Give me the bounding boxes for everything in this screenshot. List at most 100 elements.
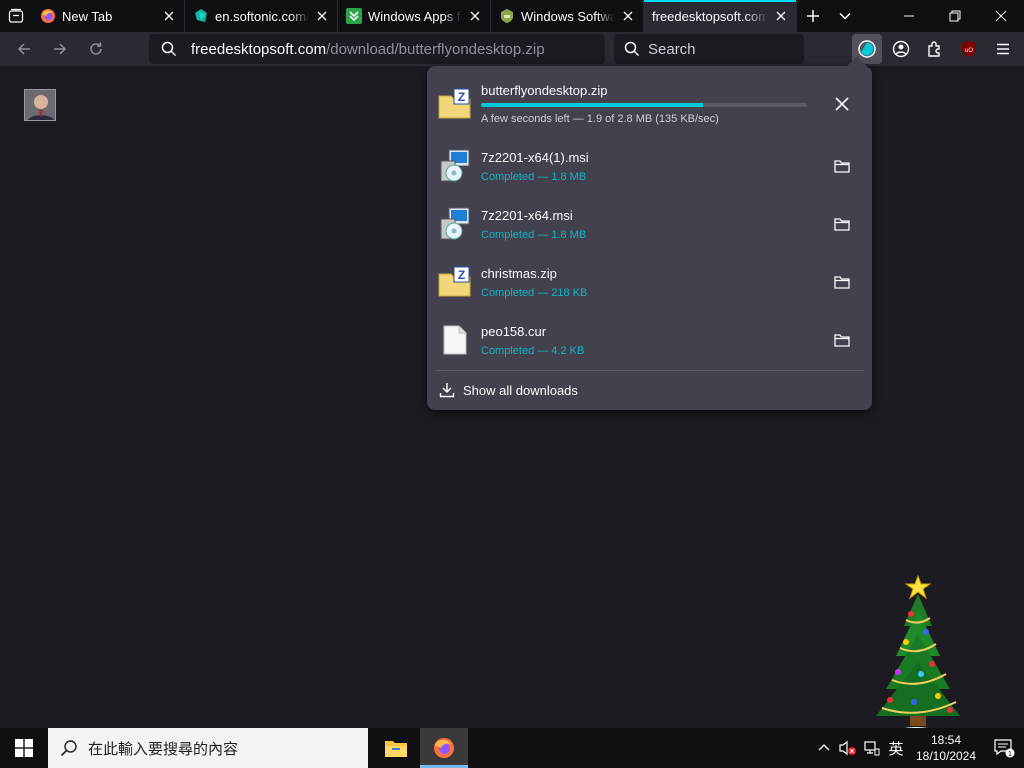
extensions-button[interactable] bbox=[920, 34, 950, 64]
download-status: A few seconds left — 1.9 of 2.8 MB (135 … bbox=[481, 113, 719, 125]
tab-freedesktopsoft[interactable]: freedesktopsoft.com/download bbox=[644, 0, 797, 32]
close-window-button[interactable] bbox=[978, 0, 1024, 32]
tab-list-icon bbox=[8, 8, 24, 23]
windows-taskbar: 在此輸入要搜尋的內容 英 18:54 18/10/2024 1 bbox=[0, 728, 1024, 768]
person-photo-icon bbox=[25, 90, 55, 120]
svg-text:Z: Z bbox=[458, 90, 465, 104]
minimize-icon bbox=[904, 15, 914, 17]
ublock-shield-icon: uO bbox=[962, 41, 976, 57]
download-status: Completed — 4.2 KB bbox=[481, 344, 585, 357]
msi-installer-icon bbox=[437, 148, 473, 184]
list-all-tabs-button[interactable] bbox=[829, 0, 861, 32]
show-in-folder-button[interactable] bbox=[826, 150, 858, 182]
forward-button[interactable] bbox=[42, 34, 78, 64]
url-text: freedesktopsoft.com/download/butterflyon… bbox=[191, 41, 545, 58]
file-icon bbox=[437, 322, 473, 358]
show-all-downloads-label: Show all downloads bbox=[463, 382, 578, 398]
url-path: /download/butterflyondesktop.zip bbox=[326, 40, 545, 58]
panel-separator bbox=[435, 370, 864, 371]
clock[interactable]: 18:54 18/10/2024 bbox=[908, 732, 984, 764]
notification-icon: 1 bbox=[994, 739, 1015, 758]
download-item[interactable]: 7z2201-x64(1).msi Completed — 1.8 MB bbox=[435, 140, 864, 192]
tab-title: New Tab bbox=[62, 8, 113, 24]
download-filename: 7z2201-x64(1).msi bbox=[481, 149, 589, 165]
firefox-taskbar-button[interactable] bbox=[420, 728, 468, 768]
zip-icon: Z bbox=[437, 86, 473, 122]
svg-text:Z: Z bbox=[458, 268, 465, 282]
restore-icon bbox=[949, 10, 961, 22]
chevron-down-icon bbox=[839, 12, 851, 20]
chevron-up-icon bbox=[818, 744, 830, 751]
reload-button[interactable] bbox=[78, 34, 114, 64]
close-icon bbox=[995, 10, 1007, 22]
tab-softonic[interactable]: en.softonic.com/download bbox=[185, 0, 338, 32]
tab-new-tab[interactable]: New Tab bbox=[32, 0, 185, 32]
close-icon[interactable] bbox=[160, 7, 178, 25]
download-progress-icon bbox=[858, 40, 876, 58]
clock-time: 18:54 bbox=[930, 733, 962, 747]
tab-title: Windows Apps for PC bbox=[368, 8, 462, 24]
plus-icon bbox=[807, 10, 819, 22]
download-status: Completed — 218 KB bbox=[481, 286, 588, 299]
show-hidden-icons-button[interactable] bbox=[812, 728, 836, 768]
reload-icon bbox=[90, 42, 102, 55]
system-tray: 英 18:54 18/10/2024 1 bbox=[812, 728, 1024, 768]
show-all-downloads-button[interactable]: Show all downloads bbox=[435, 376, 578, 404]
url-host: freedesktopsoft.com bbox=[191, 40, 327, 58]
minimize-button[interactable] bbox=[886, 0, 932, 32]
puzzle-icon bbox=[928, 41, 940, 57]
download-status: Completed — 1.8 MB bbox=[481, 170, 587, 183]
search-icon bbox=[161, 41, 177, 57]
tab-windows-apps[interactable]: Windows Apps for PC bbox=[338, 0, 491, 32]
show-in-folder-button[interactable] bbox=[826, 208, 858, 240]
start-button[interactable] bbox=[0, 728, 48, 768]
back-button[interactable] bbox=[6, 34, 42, 64]
notification-center-button[interactable]: 1 bbox=[984, 738, 1024, 758]
show-in-folder-button[interactable] bbox=[826, 266, 858, 298]
tab-windows-software[interactable]: Windows Software bbox=[491, 0, 644, 32]
arrow-right-icon bbox=[54, 43, 67, 55]
download-item[interactable]: Z butterflyondesktop.zip A few seconds l… bbox=[435, 78, 864, 130]
file-explorer-taskbar-button[interactable] bbox=[372, 728, 420, 768]
search-bar[interactable]: Search bbox=[614, 34, 804, 64]
download-filename: christmas.zip bbox=[481, 265, 557, 281]
input-method-indicator[interactable]: 英 bbox=[884, 728, 908, 768]
download-item[interactable]: 7z2201-x64.msi Completed — 1.8 MB bbox=[435, 198, 864, 250]
new-tab-button[interactable] bbox=[797, 0, 829, 32]
firefox-icon bbox=[434, 738, 454, 758]
close-icon[interactable] bbox=[313, 7, 331, 25]
show-in-folder-button[interactable] bbox=[826, 324, 858, 356]
close-icon[interactable] bbox=[772, 7, 790, 25]
tab-title: freedesktopsoft.com/download bbox=[652, 8, 768, 24]
network-icon bbox=[864, 741, 880, 756]
cancel-download-button[interactable] bbox=[826, 88, 858, 120]
arrow-left-icon bbox=[17, 43, 30, 55]
windows-software-icon bbox=[499, 8, 515, 24]
file-explorer-icon bbox=[385, 741, 407, 757]
close-icon[interactable] bbox=[619, 7, 637, 25]
christmas-tree-decoration bbox=[866, 574, 966, 744]
download-status: Completed — 1.8 MB bbox=[481, 228, 587, 241]
network-button[interactable] bbox=[860, 728, 884, 768]
download-item[interactable]: peo158.cur Completed — 4.2 KB bbox=[435, 314, 864, 366]
tab-list-button[interactable] bbox=[0, 0, 32, 32]
firefox-icon bbox=[40, 8, 56, 24]
msi-installer-icon bbox=[437, 206, 473, 242]
volume-button[interactable] bbox=[836, 728, 860, 768]
close-icon bbox=[835, 97, 849, 111]
download-progress-bar bbox=[481, 103, 807, 107]
taskbar-search-box[interactable]: 在此輸入要搜尋的內容 bbox=[48, 728, 368, 768]
account-icon bbox=[892, 40, 910, 58]
speaker-muted-icon bbox=[839, 740, 856, 756]
restore-button[interactable] bbox=[932, 0, 978, 32]
tab-title: en.softonic.com/download bbox=[215, 8, 309, 24]
account-button[interactable] bbox=[886, 34, 916, 64]
folder-icon bbox=[834, 218, 850, 231]
close-icon[interactable] bbox=[466, 7, 484, 25]
address-bar[interactable]: freedesktopsoft.com/download/butterflyon… bbox=[149, 34, 605, 64]
download-progress-fill bbox=[481, 103, 703, 107]
download-item[interactable]: Z christmas.zip Completed — 218 KB bbox=[435, 256, 864, 308]
menu-button[interactable] bbox=[988, 34, 1018, 64]
ublock-origin-button[interactable]: uO bbox=[954, 34, 984, 64]
search-icon bbox=[624, 41, 640, 57]
